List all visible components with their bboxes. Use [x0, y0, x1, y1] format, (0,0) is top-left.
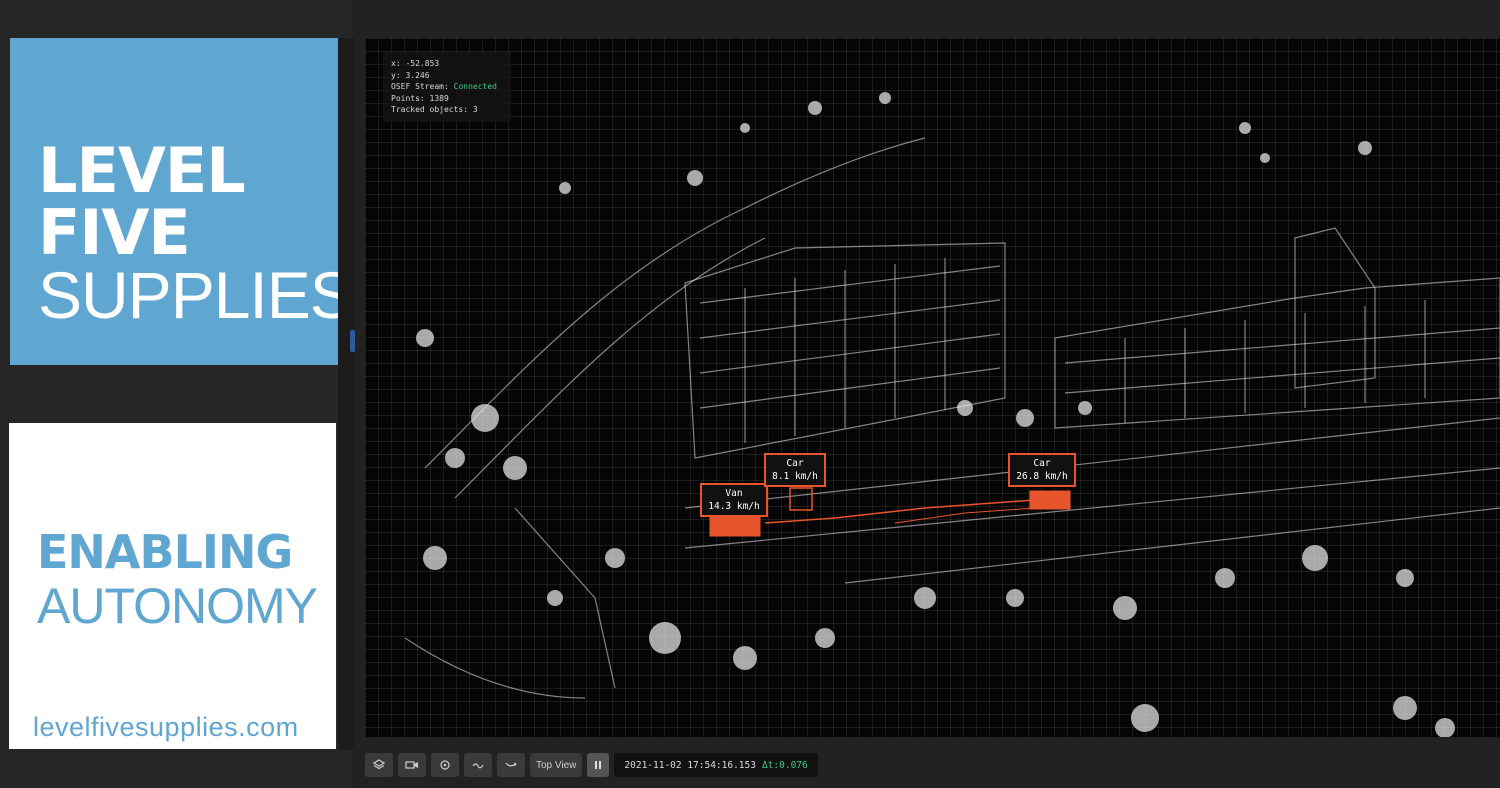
point-cloud-viewer[interactable]: x: -52.853 y: 3.246 OSEF Stream: Connect…: [365, 38, 1500, 737]
object-speed: 8.1 km/h: [772, 471, 818, 482]
x-label: x:: [391, 59, 401, 68]
tracked-value: 3: [472, 105, 478, 114]
layers-icon: [373, 759, 385, 770]
layers-button[interactable]: [365, 753, 393, 777]
target-button[interactable]: [431, 753, 459, 777]
target-icon: [440, 760, 450, 770]
brand-line-five: FIVE: [38, 196, 191, 269]
pause-icon: [595, 761, 602, 769]
path-icon: [472, 763, 484, 769]
x-value: -52.853: [405, 59, 440, 68]
object-label-car[interactable]: Car 8.1 km/h: [764, 453, 826, 487]
object-label-van[interactable]: Van 14.3 km/h: [700, 483, 768, 517]
camera-icon: [405, 761, 418, 769]
viewer-toolbar: Top View 2021-11-02 17:54:16.153 Δt:0.07…: [365, 752, 818, 778]
stream-status: Connected: [453, 82, 497, 91]
brand-line-level: LEVEL: [38, 134, 246, 207]
point-cloud-scene: [404, 92, 1500, 737]
tracked-van-box: [709, 515, 761, 537]
side-panel-edge: [338, 38, 355, 750]
trajectory-icon: [505, 762, 517, 767]
object-class: Van: [725, 488, 743, 499]
telemetry-readout: x: -52.853 y: 3.246 OSEF Stream: Connect…: [383, 52, 511, 122]
tagline-autonomy: AUTONOMY: [37, 578, 318, 634]
pause-button[interactable]: [587, 753, 610, 777]
delta-value: 0.076: [779, 759, 808, 771]
object-class: Car: [1033, 458, 1051, 469]
points-value: 1389: [429, 93, 449, 103]
path-button[interactable]: [464, 753, 492, 777]
object-label-car[interactable]: Car 26.8 km/h: [1008, 453, 1076, 487]
tracked-car-box: [1029, 490, 1071, 510]
website-url[interactable]: levelfivesupplies.com: [33, 712, 299, 743]
top-view-button[interactable]: Top View: [530, 753, 583, 777]
tracked-label: Tracked objects:: [391, 105, 469, 114]
playback-timestamp: 2021-11-02 17:54:16.153 Δt:0.076: [614, 753, 818, 777]
trajectory-line: [764, 499, 1036, 524]
trajectory-button[interactable]: [497, 753, 525, 777]
object-class: Car: [786, 458, 804, 469]
road-edge: [404, 637, 586, 699]
y-label: y:: [391, 70, 401, 80]
object-speed: 26.8 km/h: [1016, 471, 1068, 482]
side-panel-tab[interactable]: [350, 330, 355, 352]
tagline-enabling: ENABLING: [37, 525, 293, 579]
brand-logo-panel: LEVEL FIVE SUPPLIES: [10, 38, 354, 365]
brand-line-supplies: SUPPLIES: [38, 258, 354, 332]
tagline-panel: ENABLING AUTONOMY levelfivesupplies.com: [9, 423, 336, 749]
y-value: 3.246: [405, 70, 430, 80]
road-edge: [424, 137, 926, 469]
tracked-car-box: [789, 487, 813, 511]
points-label: Points:: [391, 93, 425, 103]
camera-button[interactable]: [398, 753, 426, 777]
building-outline: [1054, 277, 1500, 429]
road-edge: [454, 237, 766, 499]
stream-label: OSEF Stream:: [391, 82, 449, 91]
object-speed: 14.3 km/h: [708, 501, 760, 512]
timestamp-value: 2021-11-02 17:54:16.153: [624, 759, 756, 771]
delta-label: Δt:: [761, 759, 780, 771]
